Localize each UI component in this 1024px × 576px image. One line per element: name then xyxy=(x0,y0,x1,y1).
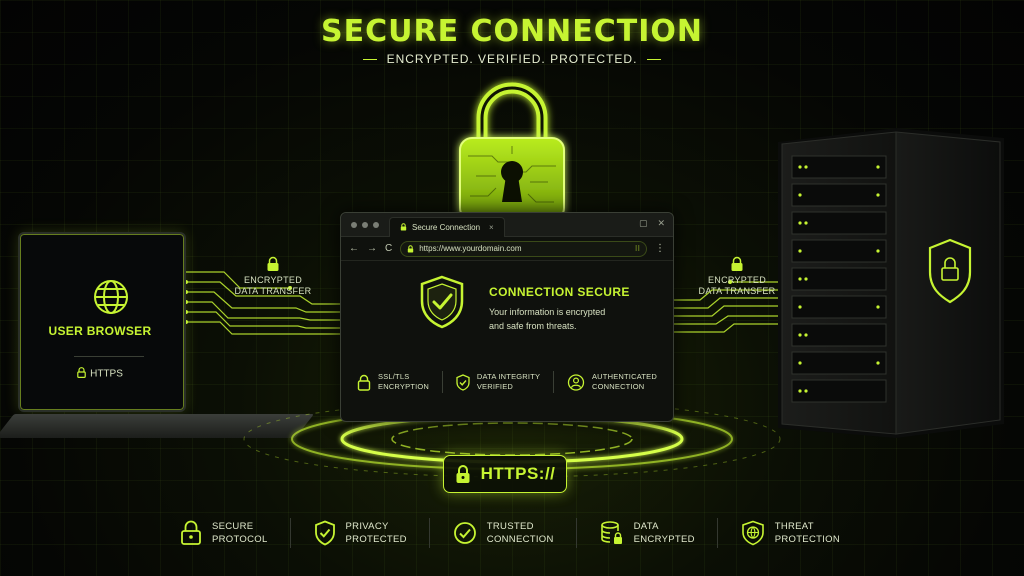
bottom-feature-trusted: TRUSTED CONNECTION xyxy=(453,520,554,546)
globe-shield-icon xyxy=(741,520,764,546)
browser-window: Secure Connection × ▢ ✕ ← → C https://ww… xyxy=(340,212,674,422)
shield-check-icon xyxy=(420,275,464,329)
laptop-https-label: HTTPS xyxy=(90,368,123,380)
https-badge-label: HTTPS:// xyxy=(480,464,556,483)
bottom-feature-line1: SECURE xyxy=(212,521,254,532)
window-dot-minimize[interactable] xyxy=(362,221,368,228)
check-circle-icon xyxy=(453,522,476,544)
browser-tab[interactable]: Secure Connection × xyxy=(389,216,505,237)
shield-check-icon xyxy=(314,520,335,546)
window-dot-maximize[interactable] xyxy=(373,221,379,228)
bottom-feature-line2: PROTECTION xyxy=(774,534,840,545)
bottom-divider xyxy=(717,518,719,548)
status-desc-line1: Your information is encrypted xyxy=(489,307,606,317)
lock-icon xyxy=(181,520,201,545)
address-bar[interactable]: https://www.yourdomain.com ⁝⁝ xyxy=(400,240,647,257)
laptop-divider xyxy=(74,356,144,357)
bottom-features: SECURE PROTOCOL PRIVACY PROTECTED TRUSTE… xyxy=(180,508,840,558)
transfer-label-right: ENCRYPTED DATA TRANSFER xyxy=(692,256,782,297)
url-text: https://www.yourdomain.com xyxy=(419,244,522,253)
lock-icon xyxy=(357,374,371,391)
transfer-left-line1: ENCRYPTED xyxy=(243,275,303,285)
bottom-feature-line2: PROTECTED xyxy=(345,534,407,545)
transfer-left-line2: DATA TRANSFER xyxy=(234,286,312,296)
bottom-divider xyxy=(290,518,292,548)
feature-label-line1: SSL/TLS xyxy=(378,372,410,381)
laptop-screen xyxy=(18,232,186,412)
user-check-icon xyxy=(567,373,585,391)
transfer-right-line2: DATA TRANSFER xyxy=(698,286,776,296)
window-controls: ▢ ✕ xyxy=(639,218,665,229)
close-button[interactable]: ✕ xyxy=(657,218,665,229)
maximize-button[interactable]: ▢ xyxy=(639,218,648,229)
lock-icon xyxy=(731,256,743,271)
transfer-right-line1: ENCRYPTED xyxy=(707,275,767,285)
laptop-https-row: HTTPS xyxy=(40,367,160,381)
feature-divider xyxy=(441,371,443,393)
bottom-feature-secure-protocol: SECURE PROTOCOL xyxy=(180,520,268,546)
secure-status-panel: CONNECTION SECURE Your information is en… xyxy=(341,261,673,353)
globe-icon xyxy=(94,280,128,314)
bottom-feature-line1: TRUSTED xyxy=(486,521,534,532)
lock-icon xyxy=(267,256,279,271)
feature-label-line2: VERIFIED xyxy=(476,382,514,391)
feature-label-line1: DATA INTEGRITY xyxy=(476,372,541,381)
bottom-divider xyxy=(429,518,431,548)
lock-icon xyxy=(408,244,414,252)
lock-icon xyxy=(77,367,86,381)
bottom-feature-line1: THREAT xyxy=(774,521,814,532)
feature-divider xyxy=(553,371,555,393)
https-badge: HTTPS:// xyxy=(443,455,567,493)
connection-status-description: Your information is encrypted and safe f… xyxy=(489,305,639,333)
bottom-feature-threat-protection: THREAT PROTECTION xyxy=(741,520,840,546)
feature-label-line1: AUTHENTICATED xyxy=(591,372,657,381)
feature-ssl-tls: SSL/TLS ENCRYPTION xyxy=(357,371,429,393)
server-rack xyxy=(778,128,1004,438)
lock-icon xyxy=(456,465,470,483)
transfer-label-left: ENCRYPTED DATA TRANSFER xyxy=(228,256,318,297)
browser-toolbar: ← → C https://www.yourdomain.com ⁝⁝ ⋮ xyxy=(341,237,673,261)
reload-button[interactable]: C xyxy=(385,243,392,254)
browser-tabbar: Secure Connection × ▢ ✕ xyxy=(341,213,673,237)
window-dots xyxy=(351,221,379,228)
database-lock-icon xyxy=(600,521,622,544)
tab-close-button[interactable]: × xyxy=(489,223,494,232)
bottom-feature-line1: PRIVACY xyxy=(345,521,389,532)
feature-label-line2: ENCRYPTION xyxy=(378,382,430,391)
status-desc-line2: and safe from threats. xyxy=(489,321,577,331)
padlock-icon xyxy=(459,82,565,221)
shield-check-icon xyxy=(456,373,470,391)
forward-button[interactable]: → xyxy=(367,243,377,254)
bottom-feature-line2: CONNECTION xyxy=(486,534,554,545)
connection-status-title: CONNECTION SECURE xyxy=(489,285,630,299)
feature-authenticated: AUTHENTICATED CONNECTION xyxy=(567,371,657,393)
tab-title: Secure Connection xyxy=(412,222,481,232)
laptop-label: USER BROWSER xyxy=(48,324,152,338)
browser-features: SSL/TLS ENCRYPTION DATA INTEGRITY VERIFI… xyxy=(357,371,657,393)
menu-button[interactable]: ⋮ xyxy=(655,243,665,254)
bottom-feature-privacy: PRIVACY PROTECTED xyxy=(314,520,407,546)
extensions-icon[interactable]: ⁝⁝ xyxy=(635,244,640,253)
lock-icon xyxy=(400,223,407,231)
bottom-feature-data-encrypted: DATA ENCRYPTED xyxy=(600,520,695,546)
bottom-feature-line1: DATA xyxy=(633,521,659,532)
bottom-feature-line2: PROTOCOL xyxy=(212,534,268,545)
bottom-feature-line2: ENCRYPTED xyxy=(633,534,695,545)
window-dot-close[interactable] xyxy=(351,221,357,228)
feature-data-integrity: DATA INTEGRITY VERIFIED xyxy=(456,371,540,393)
back-button[interactable]: ← xyxy=(349,243,359,254)
feature-label-line2: CONNECTION xyxy=(591,382,645,391)
bottom-divider xyxy=(576,518,578,548)
